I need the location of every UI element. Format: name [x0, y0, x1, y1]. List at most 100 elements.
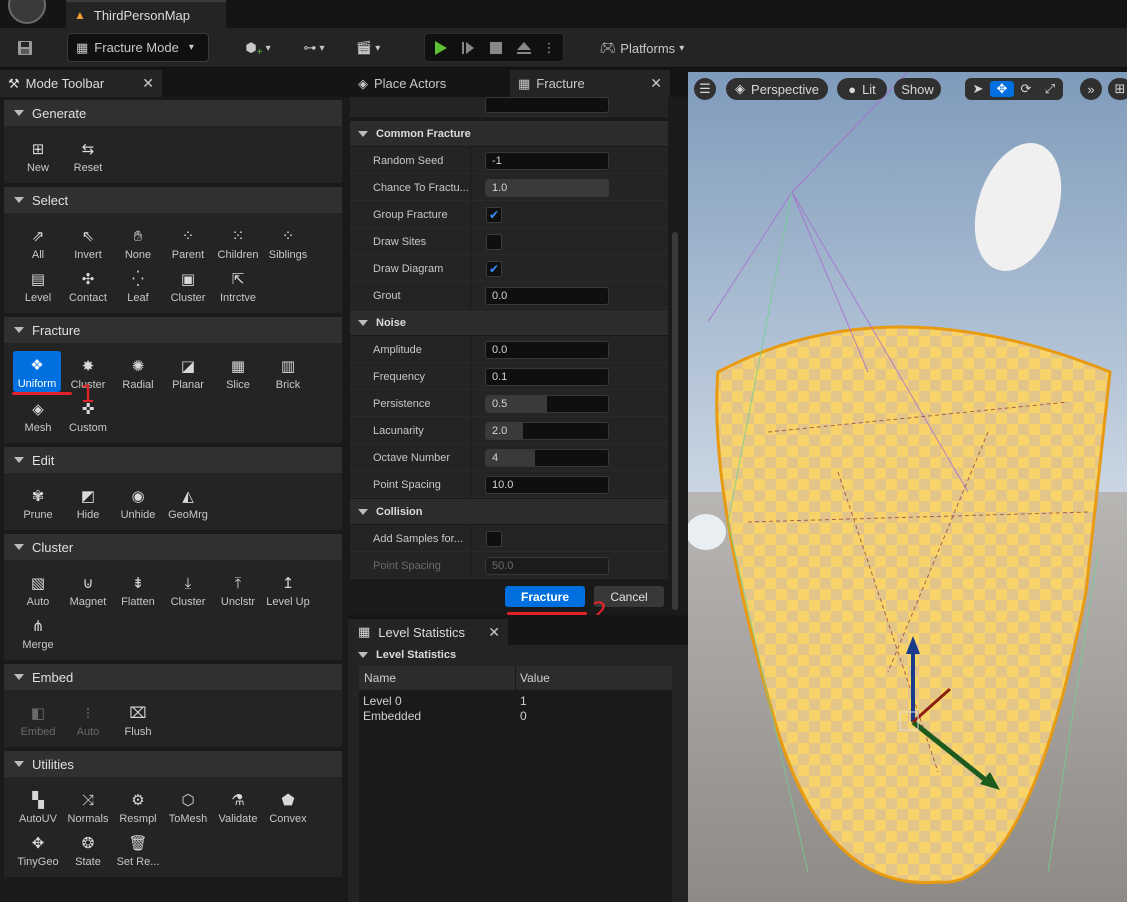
tab-mode-toolbar[interactable]: ⚒ Mode Toolbar ✕ [0, 70, 162, 97]
stop-icon[interactable] [483, 35, 509, 61]
persistence-slider[interactable]: 0.5 [485, 395, 609, 413]
tool-merge[interactable]: ⋔ Merge [13, 611, 63, 651]
collision-point-spacing-input[interactable]: 50.0 [485, 557, 609, 575]
close-icon[interactable]: ✕ [650, 75, 662, 92]
move-icon[interactable]: ✥ [990, 81, 1014, 97]
save-icon[interactable] [12, 34, 38, 62]
tool-leaf[interactable]: ⁛ Leaf [113, 264, 163, 304]
tool-none[interactable]: ✋︎ None [113, 221, 163, 262]
tool-tinygeo[interactable]: ✥ TinyGeo [13, 828, 63, 868]
tool-mesh[interactable]: ◈ Mesh [13, 394, 63, 434]
advance-frame-icon[interactable] [455, 35, 481, 61]
chance-slider[interactable]: 1.0 [485, 179, 609, 197]
level-viewport[interactable]: ☰ ◈ Perspective ● Lit Show ➤ ✥ ⟳ ⤢ » ⊞ [688, 72, 1127, 902]
tool-flush[interactable]: ⌧ Flush [113, 698, 163, 738]
scale-icon[interactable]: ⤢ [1038, 81, 1062, 97]
show-button[interactable]: Show [894, 78, 941, 100]
fracture-button[interactable]: Fracture [505, 586, 585, 607]
cinematics-button[interactable]: 🎬︎ ▾ [348, 34, 388, 62]
tool-radial[interactable]: ✺ Radial [113, 351, 163, 391]
select-cursor-icon[interactable]: ➤ [966, 81, 990, 97]
grout-input[interactable]: 0.0 [485, 287, 609, 305]
tool-embed[interactable]: ◧ Embed [13, 698, 63, 738]
section-fracture[interactable]: Fracture [4, 317, 342, 343]
details-scrollbar[interactable] [672, 232, 678, 610]
tab-place-actors[interactable]: ◈ Place Actors [350, 70, 510, 97]
section-edit[interactable]: Edit [4, 447, 342, 473]
tool-hide[interactable]: ◩ Hide [63, 481, 113, 521]
tool-invert[interactable]: ⇖ Invert [63, 221, 113, 261]
blueprint-button[interactable]: ⊶ ▾ [294, 34, 334, 62]
tool-interactive[interactable]: ⇱ Intrctve [213, 264, 263, 304]
level-statistics-header[interactable]: Level Statistics [350, 645, 670, 665]
tab-third-person-map[interactable]: ▲ ThirdPersonMap [66, 0, 226, 28]
perspective-button[interactable]: ◈ Perspective [726, 78, 828, 100]
random-seed-input[interactable]: -1 [485, 152, 609, 170]
tool-autouv[interactable]: ▚ AutoUV [13, 785, 63, 825]
expand-toolbar-button[interactable]: » [1080, 78, 1102, 100]
tool-level[interactable]: ▤ Level [13, 264, 63, 304]
tool-brick[interactable]: ▥ Brick [263, 351, 313, 391]
tool-children[interactable]: ⁙ Children [213, 221, 263, 261]
group-fracture-checkbox[interactable]: ✔ [486, 207, 502, 223]
close-icon[interactable]: ✕ [488, 624, 500, 641]
octave-slider[interactable]: 4 [485, 449, 609, 467]
tool-reset[interactable]: ⇆ Reset [63, 134, 113, 174]
tool-normals[interactable]: ⤨ Normals [63, 785, 113, 826]
section-cluster[interactable]: Cluster [4, 534, 342, 560]
platforms-button[interactable]: 🎮︎ Platforms ▾ [592, 34, 692, 62]
tool-auto-embed[interactable]: ⁝ Auto [63, 698, 113, 738]
tool-prune[interactable]: ✾ Prune [13, 481, 63, 521]
section-utilities[interactable]: Utilities [4, 751, 342, 777]
tool-all[interactable]: ⇗ All [13, 221, 63, 261]
section-embed[interactable]: Embed [4, 664, 342, 690]
tool-uncluster[interactable]: ⤒ Unclstr [213, 568, 263, 609]
tool-tomesh[interactable]: ⬡ ToMesh [163, 785, 213, 825]
more-options-icon[interactable]: ⋮ [539, 35, 559, 61]
draw-diagram-checkbox[interactable]: ✔ [486, 261, 502, 277]
tool-state[interactable]: ❂ State [63, 828, 113, 868]
tool-slice[interactable]: ▦ Slice [213, 351, 263, 391]
viewport-menu-button[interactable]: ☰ [694, 78, 716, 100]
tool-level-up[interactable]: ↥ Level Up [263, 568, 313, 608]
column-name[interactable]: Name [364, 671, 396, 685]
tool-cluster-select[interactable]: ▣ Cluster [163, 264, 213, 304]
tab-level-statistics[interactable]: ▦ Level Statistics ✕ [348, 619, 508, 645]
eject-icon[interactable] [511, 35, 537, 61]
tool-siblings[interactable]: ⁘ Siblings [263, 221, 313, 261]
tab-fracture[interactable]: ▦ Fracture ✕ [510, 70, 670, 97]
category-common-fracture[interactable]: Common Fracture [350, 121, 668, 146]
section-select[interactable]: Select [4, 187, 342, 213]
lit-button[interactable]: ● Lit [837, 78, 887, 100]
rotate-icon[interactable]: ⟳ [1014, 81, 1038, 97]
tool-flatten[interactable]: ⇟ Flatten [113, 568, 163, 608]
category-noise[interactable]: Noise [350, 310, 668, 335]
amplitude-input[interactable]: 0.0 [485, 341, 609, 359]
tool-set-remove[interactable]: 🗑︎ Set Re... [113, 828, 163, 868]
add-actor-button[interactable]: ⬢ + ▾ [238, 34, 278, 62]
lacunarity-slider[interactable]: 2.0 [485, 422, 609, 440]
tool-convex[interactable]: ⬟ Convex [263, 785, 313, 825]
draw-sites-checkbox[interactable] [486, 234, 502, 250]
tool-uniform[interactable]: ❖ Uniform [13, 351, 61, 392]
tool-resample[interactable]: ⚙ Resmpl [113, 785, 163, 825]
play-icon[interactable] [427, 35, 453, 61]
category-collision[interactable]: Collision [350, 499, 668, 524]
frequency-input[interactable]: 0.1 [485, 368, 609, 386]
close-icon[interactable]: ✕ [142, 75, 154, 92]
column-value[interactable]: Value [520, 671, 550, 685]
tool-validate[interactable]: ⚗ Validate [213, 785, 263, 825]
tool-contact[interactable]: ✣ Contact [63, 264, 113, 304]
tool-auto-cluster[interactable]: ▧ Auto [13, 568, 63, 608]
tool-planar[interactable]: ◪ Planar [163, 351, 213, 391]
tool-parent[interactable]: ⁘ Parent [163, 221, 213, 261]
tool-magnet[interactable]: ⊍ Magnet [63, 568, 113, 608]
add-samples-checkbox[interactable] [486, 531, 502, 547]
section-generate[interactable]: Generate [4, 100, 342, 126]
tool-unhide[interactable]: ◉ Unhide [113, 481, 163, 521]
tool-new[interactable]: ⊞ New [13, 134, 63, 174]
point-spacing-input[interactable]: 10.0 [485, 476, 609, 494]
tool-cluster-edit[interactable]: ⤓ Cluster [163, 568, 213, 609]
tool-geomrg[interactable]: ◭ GeoMrg [163, 481, 213, 521]
layout-button[interactable]: ⊞ [1108, 78, 1127, 100]
